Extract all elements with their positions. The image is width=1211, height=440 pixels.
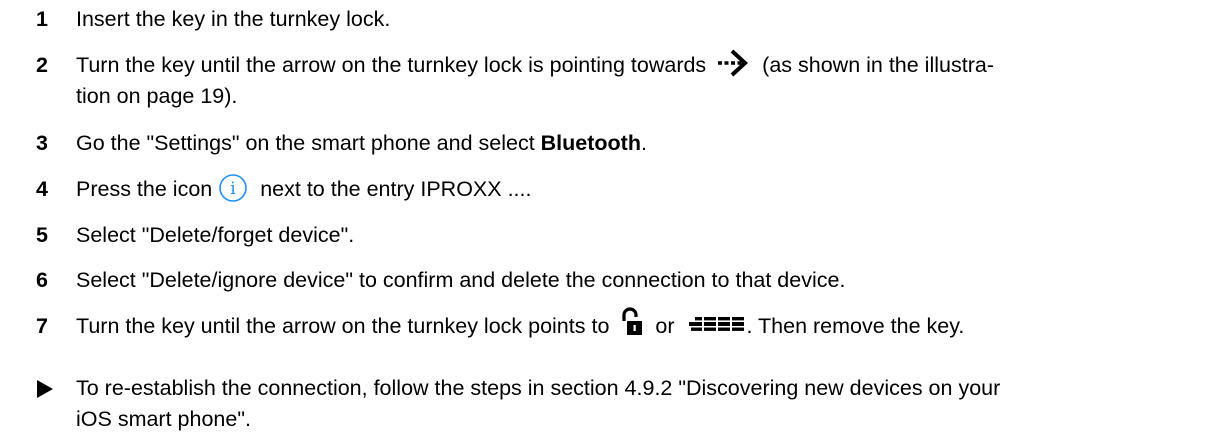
- step-4: 4 Press the icon i next to the entry IPR…: [36, 174, 1191, 205]
- step-2: 2 Turn the key until the arrow on the tu…: [36, 48, 1191, 112]
- step-text-part: .: [640, 131, 647, 155]
- step-number: 5: [36, 223, 48, 247]
- note: To re-establish the connection, follow t…: [36, 373, 1191, 435]
- step-number: 2: [36, 53, 48, 77]
- step-number: 6: [36, 268, 48, 292]
- step-number: 1: [36, 7, 48, 31]
- step-number: 3: [36, 131, 48, 155]
- step-text: Select "Delete/forget device".: [76, 223, 355, 247]
- step-text: Select "Delete/ignore device" to confirm…: [76, 268, 846, 292]
- arrow-right-icon: [716, 48, 750, 78]
- step-text-part: or: [655, 314, 675, 338]
- step-text-continuation: tion on page 19).: [76, 84, 238, 109]
- bluetooth-label: Bluetooth: [540, 131, 641, 155]
- note-text: To re-establish the connection, follow t…: [76, 373, 1191, 435]
- step-1: 1 Insert the key in the turnkey lock.: [36, 4, 1191, 35]
- step-text-part: Go the "Settings" on the smart phone and…: [76, 131, 541, 155]
- dashed-bar-icon: [688, 316, 746, 333]
- step-text-part: . Then remove the key.: [746, 314, 965, 338]
- svg-text:i: i: [231, 179, 237, 199]
- instruction-page: 1 Insert the key in the turnkey lock. 2 …: [0, 0, 1211, 440]
- step-text: Turn the key until the arrow on the turn…: [76, 48, 1191, 112]
- step-text-part: Press the icon: [76, 177, 213, 201]
- step-text-part: Turn the key until the arrow on the turn…: [76, 314, 610, 338]
- step-7: 7 Turn the key until the arrow on the tu…: [36, 307, 1191, 343]
- step-text-part: (as shown in the illustra-: [762, 53, 994, 77]
- step-text: Press the icon i next to the entry IPROX…: [76, 174, 1191, 205]
- step-number: 7: [36, 314, 48, 338]
- note-line-1: To re-establish the connection, follow t…: [76, 376, 1001, 400]
- step-text-part: Turn the key until the arrow on the turn…: [76, 53, 707, 77]
- step-3: 3 Go the "Settings" on the smart phone a…: [36, 128, 1191, 159]
- step-6: 6 Select "Delete/ignore device" to confi…: [36, 265, 1191, 296]
- step-text: Turn the key until the arrow on the turn…: [76, 307, 1191, 343]
- step-number: 4: [36, 177, 48, 201]
- info-icon: i: [218, 173, 248, 203]
- note-line-2: iOS smart phone".: [76, 407, 251, 431]
- step-text: Insert the key in the turnkey lock.: [76, 7, 391, 31]
- step-text: Go the "Settings" on the smart phone and…: [76, 128, 1191, 159]
- step-text-part: next to the entry IPROXX ....: [260, 177, 532, 201]
- step-5: 5 Select "Delete/forget device".: [36, 220, 1191, 251]
- padlock-open-icon: [621, 306, 643, 338]
